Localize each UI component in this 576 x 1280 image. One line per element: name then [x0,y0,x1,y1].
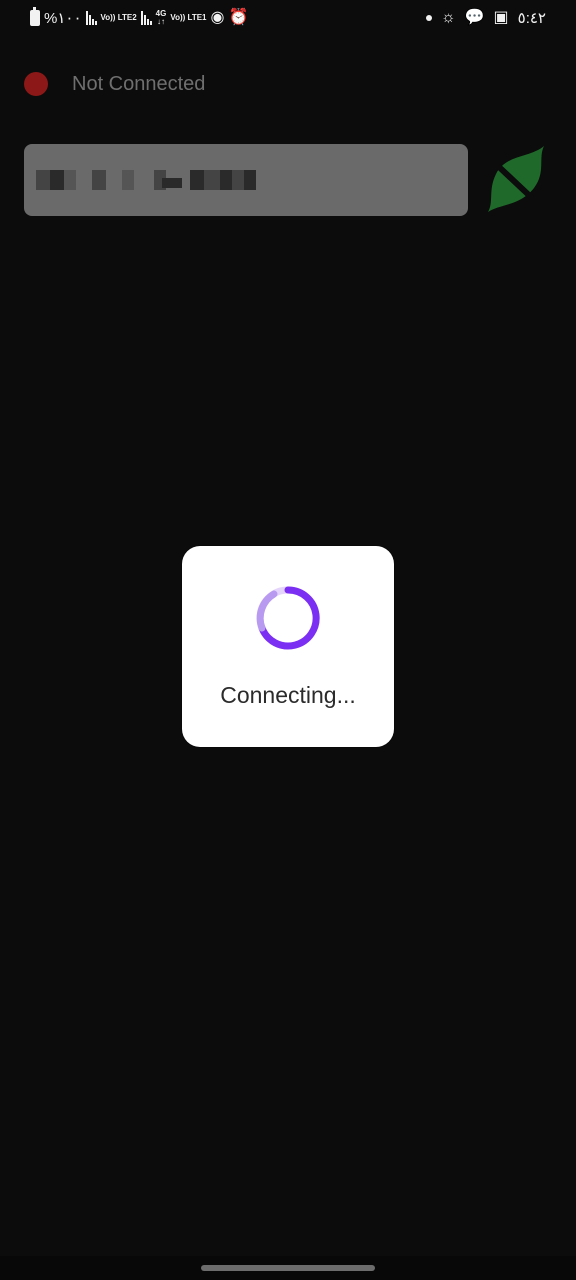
dot-icon [425,15,432,21]
alarm-icon: ⏰ [228,9,249,26]
status-bar-right: ☼ 💬 ▣ ٥:٤٢ [425,9,546,27]
home-gesture-handle[interactable] [201,1265,375,1271]
brightness-icon: ☼ [440,9,456,26]
server-address-field[interactable] [24,144,468,216]
status-bar: %١٠٠ Vo)) LTE2 4G ↓↑ Vo)) LTE1 ◉ ⏰ ☼ 💬 ▣… [0,0,576,42]
volte-icon: Vo)) LTE1 [170,14,206,22]
battery-text: %١٠٠ [44,10,82,27]
hotspot-icon: ◉ [210,9,225,26]
4g-icon: 4G ↓↑ [156,10,167,26]
clock: ٥:٤٢ [517,10,546,27]
signal-icon [85,11,97,25]
connecting-label: Connecting... [220,682,356,708]
signal-icon [140,11,152,25]
volte-icon: Vo)) LTE2 [101,14,137,22]
loading-spinner-icon [256,586,320,650]
connecting-dialog: Connecting... [182,546,394,747]
connection-status-row: Not Connected [24,72,205,96]
gallery-icon: ▣ [493,9,509,26]
volte-label: Vo)) LTE1 [170,13,207,22]
data-arrows-icon: ↓↑ [157,17,165,26]
connection-status-label: Not Connected [72,72,206,95]
navigation-bar [0,1256,576,1280]
status-bar-left: %١٠٠ Vo)) LTE2 4G ↓↑ Vo)) LTE1 ◉ ⏰ [30,7,249,27]
status-indicator-dot [24,72,48,96]
volte-label: Vo)) LTE2 [100,13,137,22]
battery-icon [30,7,40,26]
chat-bubble-icon: 💬 [464,9,485,26]
shield-disconnected-icon[interactable] [484,144,550,214]
